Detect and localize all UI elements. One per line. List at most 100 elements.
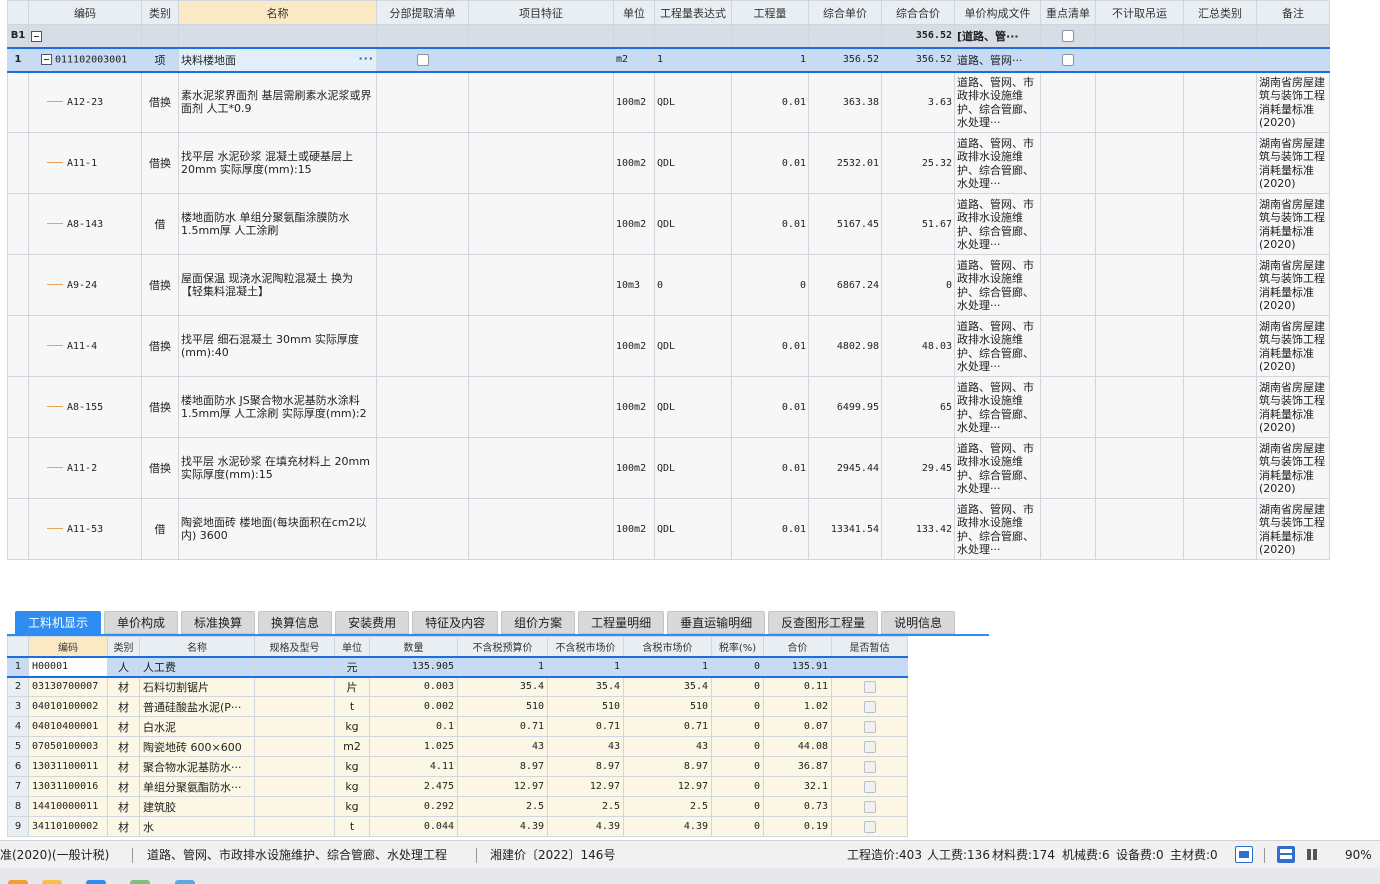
res-total-cell[interactable]: 0.73 bbox=[763, 796, 832, 817]
unit-cell[interactable]: 10m3 bbox=[613, 254, 655, 316]
cost-file-cell[interactable]: 道路、管网··· bbox=[954, 46, 1041, 73]
qty-cell[interactable]: 0.01 bbox=[731, 376, 809, 438]
res-name-cell[interactable]: 水 bbox=[139, 816, 255, 837]
section-row[interactable]: B1 356.52 [道路、管··· bbox=[7, 24, 1330, 48]
code-cell[interactable]: 011102003001 bbox=[28, 46, 142, 73]
feature-cell[interactable] bbox=[468, 498, 614, 560]
res-rate-cell[interactable]: 0 bbox=[711, 776, 764, 797]
name-cell[interactable]: 找平层 水泥砂浆 在填充材料上 20mm 实际厚度(mm):15 bbox=[178, 437, 377, 499]
code-cell[interactable]: A9-24 bbox=[28, 254, 142, 316]
res-col-header-2[interactable]: 名称 bbox=[139, 636, 255, 657]
res-type-cell[interactable]: 材 bbox=[107, 776, 140, 797]
res-qty-cell[interactable]: 0.044 bbox=[369, 816, 458, 837]
provisional-checkbox[interactable] bbox=[863, 781, 876, 793]
note-cell[interactable]: 湖南省房屋建筑与装饰工程消耗量标准(2020) bbox=[1256, 71, 1330, 133]
resource-row[interactable]: 5 07050100003 材陶瓷地砖 600×600 m2 1.025 43 43 43 0 4… bbox=[7, 736, 908, 757]
quota-row[interactable]: A8-143 借 楼地面防水 单组分聚氨酯涂膜防水 1.5mm厚 人工涂刷 10… bbox=[7, 193, 1330, 255]
col-header-no-hoist[interactable]: 不计取吊运 bbox=[1095, 0, 1184, 25]
res-col-header-11[interactable]: 是否暂估 bbox=[831, 636, 908, 657]
taskbar-app-icon[interactable] bbox=[86, 880, 106, 884]
res-budget-cell[interactable]: 1 bbox=[457, 655, 548, 678]
col-header-unit-price[interactable]: 综合单价 bbox=[808, 0, 882, 25]
quota-row[interactable]: A11-4 借换 找平层 细石混凝土 30mm 实际厚度(mm):40 100m… bbox=[7, 315, 1330, 377]
res-total-cell[interactable]: 0.07 bbox=[763, 716, 832, 737]
res-market-cell[interactable]: 43 bbox=[547, 736, 624, 757]
code-cell[interactable]: A8-143 bbox=[28, 193, 142, 255]
expr-cell[interactable]: QDL bbox=[654, 132, 732, 194]
res-spec-cell[interactable] bbox=[254, 776, 335, 797]
expr-cell[interactable]: 0 bbox=[654, 254, 732, 316]
note-cell[interactable]: 湖南省房屋建筑与装饰工程消耗量标准(2020) bbox=[1256, 254, 1330, 316]
col-header-expr[interactable]: 工程量表达式 bbox=[654, 0, 732, 25]
res-qty-cell[interactable]: 1.025 bbox=[369, 736, 458, 757]
res-code-cell[interactable]: 13031100016 bbox=[28, 776, 108, 797]
res-market-cell[interactable]: 4.39 bbox=[547, 816, 624, 837]
res-rate-cell[interactable]: 0 bbox=[711, 696, 764, 717]
cost-file-cell[interactable]: 道路、管网、市政排水设施维护、综合管廊、水处理··· bbox=[954, 376, 1041, 438]
feature-cell[interactable] bbox=[468, 193, 614, 255]
col-header-total[interactable]: 综合合价 bbox=[881, 0, 955, 25]
cost-file-cell[interactable]: 道路、管网、市政排水设施维护、综合管廊、水处理··· bbox=[954, 254, 1041, 316]
res-market-tax-cell[interactable]: 1 bbox=[623, 655, 712, 678]
resource-row[interactable]: 7 13031100016 材单组分聚氨酯防水··· kg 2.475 12.97 12.9… bbox=[7, 776, 908, 797]
expr-cell[interactable]: QDL bbox=[654, 437, 732, 499]
code-cell[interactable]: A8-155 bbox=[28, 376, 142, 438]
feature-cell[interactable] bbox=[468, 376, 614, 438]
cost-file-cell[interactable]: 道路、管网、市政排水设施维护、综合管廊、水处理··· bbox=[954, 437, 1041, 499]
res-name-cell[interactable]: 白水泥 bbox=[139, 716, 255, 737]
layout-columns-icon[interactable] bbox=[1304, 846, 1322, 863]
code-cell[interactable]: A12-23 bbox=[28, 71, 142, 133]
res-market-cell[interactable]: 510 bbox=[547, 696, 624, 717]
taskbar-app-icon[interactable] bbox=[8, 880, 28, 884]
qty-cell[interactable]: 0.01 bbox=[731, 193, 809, 255]
expr-cell[interactable]: QDL bbox=[654, 193, 732, 255]
cost-file-cell[interactable]: 道路、管网、市政排水设施维护、综合管廊、水处理··· bbox=[954, 498, 1041, 560]
res-rate-cell[interactable]: 0 bbox=[711, 796, 764, 817]
res-qty-cell[interactable]: 0.003 bbox=[369, 676, 458, 697]
res-type-cell[interactable]: 材 bbox=[107, 756, 140, 777]
col-header-type[interactable]: 类别 bbox=[141, 0, 179, 25]
res-total-cell[interactable]: 44.08 bbox=[763, 736, 832, 757]
collapse-icon[interactable] bbox=[41, 53, 52, 65]
zoom-level[interactable]: 90% bbox=[1345, 841, 1372, 869]
code-cell[interactable]: A11-2 bbox=[28, 437, 142, 499]
res-type-cell[interactable]: 材 bbox=[107, 716, 140, 737]
extract-checkbox[interactable] bbox=[416, 54, 429, 66]
res-spec-cell[interactable] bbox=[254, 696, 335, 717]
feature-cell[interactable] bbox=[468, 132, 614, 194]
provisional-checkbox[interactable] bbox=[863, 741, 876, 753]
res-spec-cell[interactable] bbox=[254, 676, 335, 697]
res-market-cell[interactable]: 1 bbox=[547, 655, 624, 678]
col-header-unit[interactable]: 单位 bbox=[613, 0, 655, 25]
note-cell[interactable]: 湖南省房屋建筑与装饰工程消耗量标准(2020) bbox=[1256, 498, 1330, 560]
quota-row[interactable]: A8-155 借换 楼地面防水 JS聚合物水泥基防水涂料 1.5mm厚 人工涂刷… bbox=[7, 376, 1330, 438]
resource-row[interactable]: 9 34110100002 材水 t 0.044 4.39 4.39 4.39 0 0.19 bbox=[7, 816, 908, 837]
res-total-cell[interactable]: 1.02 bbox=[763, 696, 832, 717]
res-qty-cell[interactable]: 0.292 bbox=[369, 796, 458, 817]
provisional-checkbox[interactable] bbox=[863, 761, 876, 773]
layout-single-icon[interactable] bbox=[1235, 846, 1253, 863]
col-header-extract[interactable]: 分部提取清单 bbox=[376, 0, 469, 25]
res-market-cell[interactable]: 0.71 bbox=[547, 716, 624, 737]
more-button[interactable]: ··· bbox=[358, 52, 374, 65]
res-qty-cell[interactable]: 4.11 bbox=[369, 756, 458, 777]
res-type-cell[interactable]: 材 bbox=[107, 696, 140, 717]
res-unit-cell[interactable]: 元 bbox=[334, 655, 370, 678]
cost-file-cell[interactable]: 道路、管网、市政排水设施维护、综合管廊、水处理··· bbox=[954, 193, 1041, 255]
res-unit-cell[interactable]: t bbox=[334, 816, 370, 837]
name-cell[interactable]: 楼地面防水 单组分聚氨酯涂膜防水 1.5mm厚 人工涂刷 bbox=[178, 193, 377, 255]
provisional-checkbox[interactable] bbox=[863, 821, 876, 833]
unit-cell[interactable]: m2 bbox=[613, 46, 655, 73]
res-qty-cell[interactable]: 0.002 bbox=[369, 696, 458, 717]
quota-row[interactable]: A11-53 借 陶瓷地面砖 楼地面(每块面积在cm2以内) 3600 100m… bbox=[7, 498, 1330, 560]
res-name-cell[interactable]: 建筑胶 bbox=[139, 796, 255, 817]
unit-cell[interactable]: 100m2 bbox=[613, 315, 655, 377]
expr-cell[interactable]: QDL bbox=[654, 71, 732, 133]
res-type-cell[interactable]: 人 bbox=[107, 655, 140, 678]
res-market-tax-cell[interactable]: 43 bbox=[623, 736, 712, 757]
res-market-tax-cell[interactable]: 2.5 bbox=[623, 796, 712, 817]
res-qty-cell[interactable]: 135.905 bbox=[369, 655, 458, 678]
qty-cell[interactable]: 0 bbox=[731, 254, 809, 316]
res-rate-cell[interactable]: 0 bbox=[711, 655, 764, 678]
tab-1[interactable]: 单价构成 bbox=[104, 611, 179, 634]
